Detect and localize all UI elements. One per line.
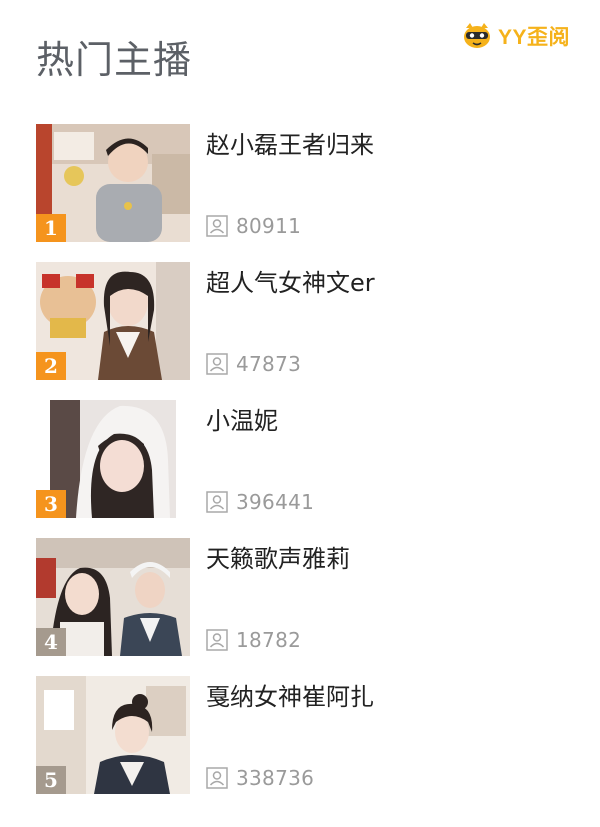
rank-badge: 4 bbox=[36, 628, 66, 656]
viewer-count-row: 80911 bbox=[206, 214, 301, 238]
rank-badge: 3 bbox=[36, 490, 66, 518]
yy-mascot-icon bbox=[462, 22, 492, 50]
viewer-count: 47873 bbox=[236, 352, 302, 376]
person-icon bbox=[206, 491, 228, 513]
rank-badge: 5 bbox=[36, 766, 66, 794]
viewer-count: 18782 bbox=[236, 628, 302, 652]
streamer-thumbnail[interactable]: 4 bbox=[36, 538, 190, 656]
list-item[interactable]: 1 赵小磊王者归来 80911 bbox=[36, 124, 576, 242]
list-item[interactable]: 5 戛纳女神崔阿扎 338736 bbox=[36, 676, 576, 794]
section-title: 热门主播 bbox=[36, 38, 193, 82]
list-item[interactable]: 2 超人气女神文er 47873 bbox=[36, 262, 576, 380]
streamer-name[interactable]: 超人气女神文er bbox=[206, 266, 375, 300]
rank-badge: 1 bbox=[36, 214, 66, 242]
person-icon bbox=[206, 353, 228, 375]
viewer-count-row: 338736 bbox=[206, 766, 314, 790]
rank-badge: 2 bbox=[36, 352, 66, 380]
viewer-count-row: 18782 bbox=[206, 628, 301, 652]
streamer-name[interactable]: 赵小磊王者归来 bbox=[206, 128, 374, 162]
person-icon bbox=[206, 767, 228, 789]
viewer-count: 396441 bbox=[236, 490, 315, 514]
streamer-name[interactable]: 天籁歌声雅莉 bbox=[206, 542, 350, 576]
brand-logo-text: YY歪阅 bbox=[498, 26, 571, 49]
viewer-count: 338736 bbox=[236, 766, 315, 790]
hot-streamers-panel: 热门主播 YY歪阅 1 赵小磊王者归来 80911 2 超人气女神文er 478… bbox=[0, 0, 600, 827]
streamer-thumbnail[interactable]: 5 bbox=[36, 676, 190, 794]
streamer-thumbnail[interactable]: 2 bbox=[36, 262, 190, 380]
list-item[interactable]: 4 天籁歌声雅莉 18782 bbox=[36, 538, 576, 656]
streamer-thumbnail[interactable]: 1 bbox=[36, 124, 190, 242]
brand-logo: YY歪阅 bbox=[462, 22, 570, 50]
viewer-count-row: 47873 bbox=[206, 352, 301, 376]
streamer-thumbnail[interactable]: 3 bbox=[36, 400, 190, 518]
list-item[interactable]: 3 小温妮 396441 bbox=[36, 400, 576, 518]
viewer-count-row: 396441 bbox=[206, 490, 314, 514]
viewer-count: 80911 bbox=[236, 214, 302, 238]
streamer-name[interactable]: 小温妮 bbox=[206, 404, 278, 438]
streamer-name[interactable]: 戛纳女神崔阿扎 bbox=[206, 680, 374, 714]
person-icon bbox=[206, 215, 228, 237]
person-icon bbox=[206, 629, 228, 651]
